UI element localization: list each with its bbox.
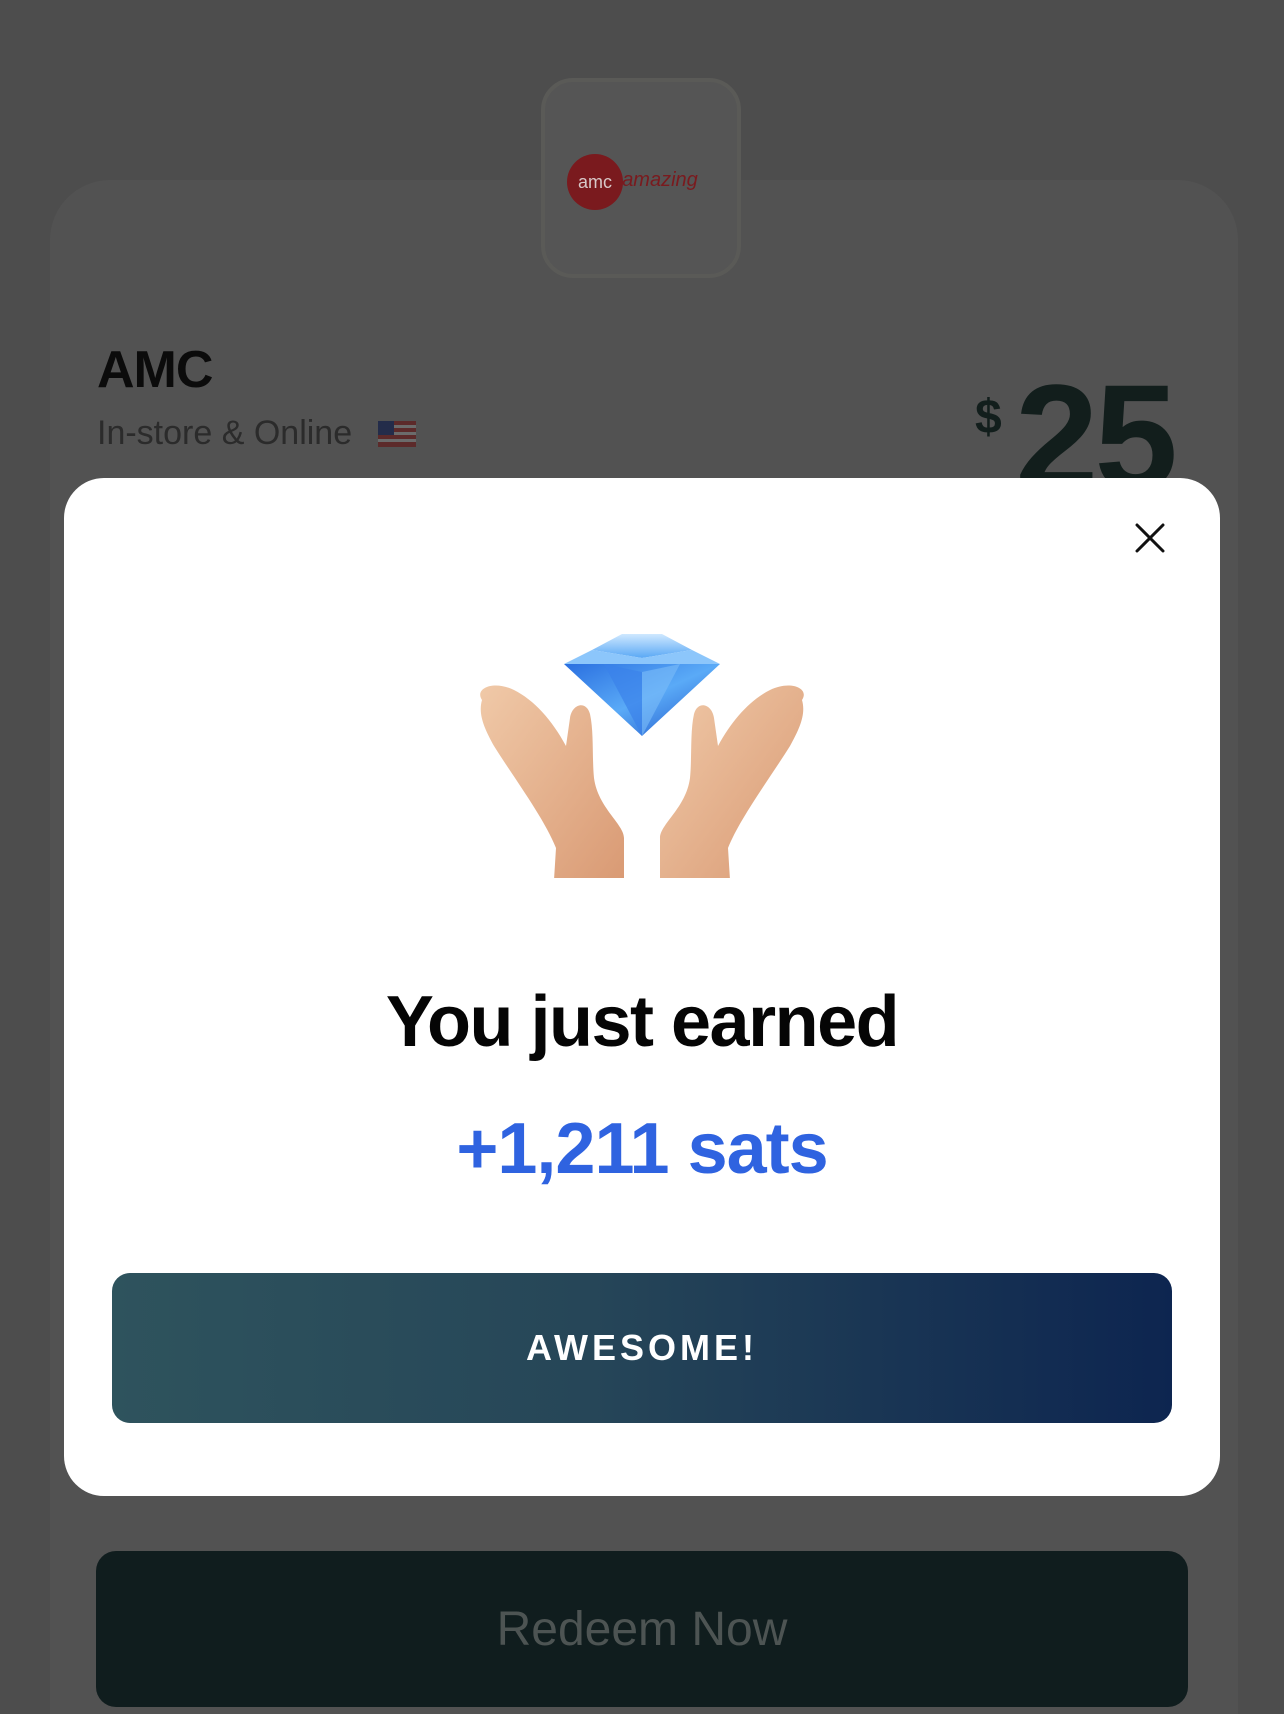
merchant-logo-tile: amc amazing xyxy=(541,78,741,278)
card-value: $ 25 xyxy=(975,370,1215,480)
close-button[interactable] xyxy=(1120,508,1180,568)
reward-amount: +1,211 sats xyxy=(456,1109,828,1189)
price-currency: $ xyxy=(975,391,1002,444)
modal-title: You just earned xyxy=(385,982,900,1062)
redeem-now-button[interactable]: Redeem Now xyxy=(96,1551,1188,1707)
us-flag-icon xyxy=(378,420,417,447)
reward-modal: You just earned +1,211 sats AWESOME! xyxy=(64,478,1220,1496)
price-amount: 25 xyxy=(1015,370,1178,480)
awesome-button[interactable]: AWESOME! xyxy=(112,1273,1172,1423)
svg-text:amc: amc xyxy=(578,172,612,192)
close-icon xyxy=(1135,523,1165,553)
svg-text:amazing: amazing xyxy=(622,169,698,191)
diamond-hands-icon xyxy=(480,634,804,878)
merchant-name: AMC xyxy=(97,341,213,399)
merchant-availability: In-store & Online xyxy=(97,414,417,453)
availability-label: In-store & Online xyxy=(97,414,353,452)
amc-logo-icon: amc amazing xyxy=(567,154,698,210)
app-screen: amc amazing AMC In-store & Online $ 25 R… xyxy=(0,0,1284,1714)
